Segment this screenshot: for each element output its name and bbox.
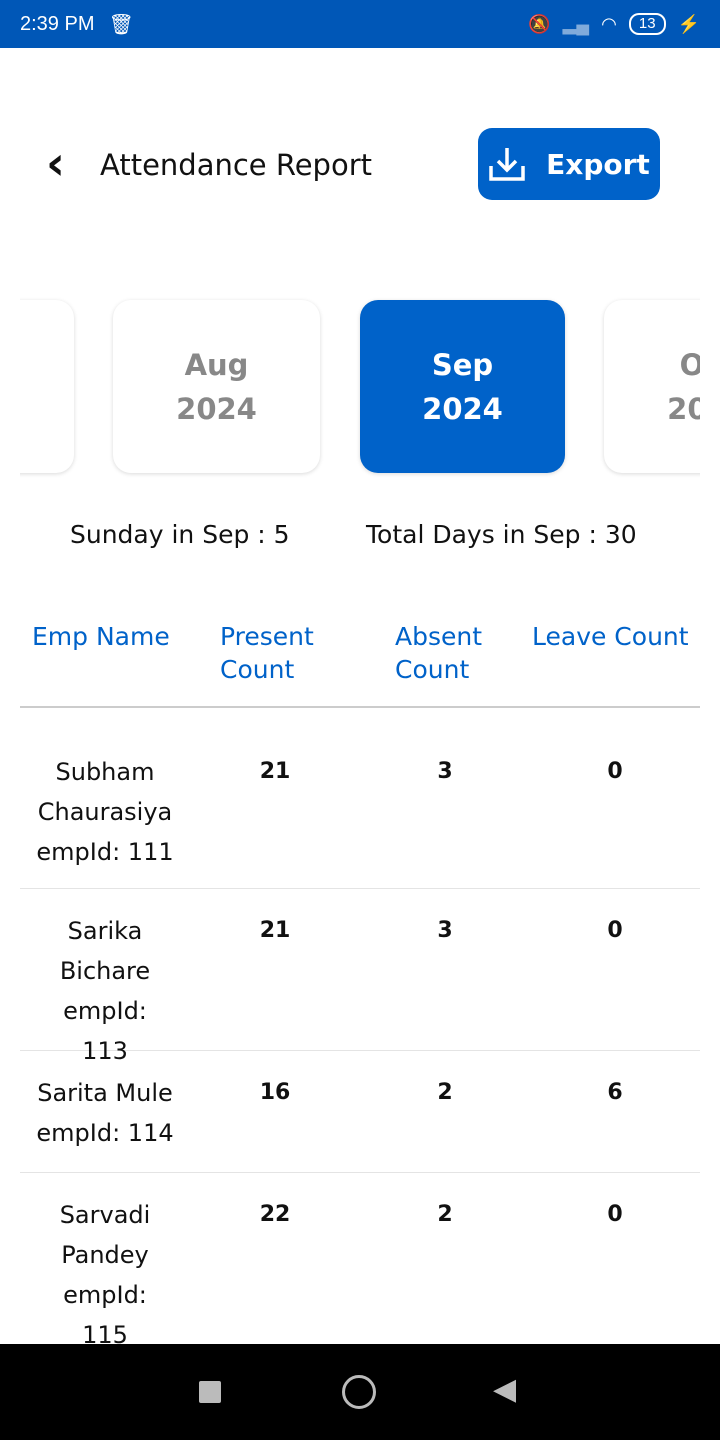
month-label: Oct <box>679 347 700 382</box>
header: ‹ Attendance Report Export <box>0 128 720 200</box>
present-count: 22 <box>259 1202 291 1227</box>
charging-icon: ⚡ <box>677 13 700 34</box>
page-title: Attendance Report <box>100 148 372 182</box>
year-label: 2024 <box>667 391 700 426</box>
table-row: Sarika Bichare empId: 113 21 3 0 <box>20 889 700 1065</box>
mute-icon: 🔕 <box>528 13 551 34</box>
header-emp-name: Emp Name <box>32 622 170 651</box>
total-days: Total Days in Sep : 30 <box>366 520 637 549</box>
header-absent: Absent Count <box>395 622 483 684</box>
leave-count: 0 <box>607 918 623 943</box>
back-icon[interactable]: ‹ <box>46 138 65 188</box>
month-card[interactable] <box>20 300 74 473</box>
month-card-oct[interactable]: Oct 2024 <box>604 300 700 473</box>
trash-icon: 🗑 <box>108 13 134 36</box>
emp-name: Sarvadi Pandey <box>59 1201 151 1269</box>
year-label: 2024 <box>176 391 257 426</box>
status-bar: 2:39 PM 🗑 🔕 ▂▄ ◠ 13 ⚡ <box>0 0 720 48</box>
battery-icon: 13 <box>628 13 666 35</box>
emp-name: Sarika Bichare <box>59 917 151 985</box>
time: 2:39 PM <box>20 12 95 35</box>
emp-id: empId: 111 <box>36 838 174 866</box>
download-icon <box>489 148 525 181</box>
month-label: Aug <box>184 347 249 382</box>
emp-id: empId: 115 <box>63 1281 147 1349</box>
signal-icon: ▂▄ <box>562 13 590 34</box>
month-card-sep[interactable]: Sep 2024 <box>360 300 565 473</box>
present-count: 21 <box>259 759 291 784</box>
absent-count: 2 <box>437 1080 453 1105</box>
leave-count: 0 <box>607 1202 623 1227</box>
table-row: Sarita Mule empId: 114 16 2 6 <box>20 1051 700 1173</box>
table-row: Subham Chaurasiya empId: 111 21 3 0 <box>20 730 700 889</box>
absent-count: 3 <box>437 918 453 943</box>
home-button[interactable] <box>342 1375 376 1409</box>
table-header: Emp Name Present Count Absent Count Leav… <box>20 620 700 708</box>
leave-count: 0 <box>607 759 623 784</box>
navigation-bar: ◀ <box>0 1344 720 1440</box>
export-button[interactable]: Export <box>478 128 660 200</box>
month-card-aug[interactable]: Aug 2024 <box>113 300 320 473</box>
month-label: Sep <box>431 347 494 382</box>
sunday-count: Sunday in Sep : 5 <box>70 520 290 549</box>
emp-name: Sarita Mule <box>37 1079 173 1107</box>
emp-name: Subham Chaurasiya <box>37 758 173 826</box>
export-label: Export <box>546 147 650 181</box>
header-leave: Leave Count <box>532 622 689 651</box>
year-label: 2024 <box>422 391 503 426</box>
back-button[interactable]: ◀ <box>493 1372 516 1407</box>
present-count: 21 <box>259 918 291 943</box>
table-row: Sarvadi Pandey empId: 115 22 2 0 <box>20 1173 700 1349</box>
leave-count: 6 <box>607 1080 623 1105</box>
present-count: 16 <box>259 1080 291 1105</box>
absent-count: 3 <box>437 759 453 784</box>
emp-id: empId: 114 <box>36 1119 174 1147</box>
header-present: Present Count <box>220 622 314 684</box>
recents-button[interactable] <box>199 1381 221 1403</box>
absent-count: 2 <box>437 1202 453 1227</box>
wifi-icon: ◠ <box>601 13 617 34</box>
month-selector[interactable]: Aug 2024 Sep 2024 Oct 2024 <box>20 295 700 480</box>
